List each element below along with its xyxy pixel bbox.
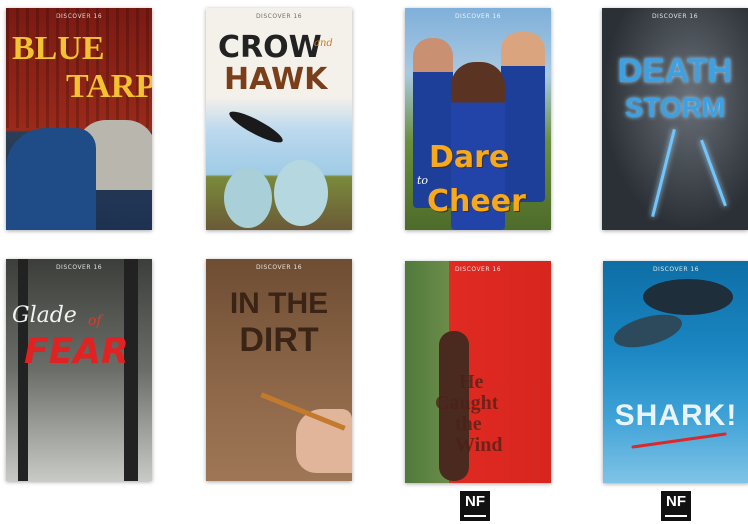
book-title-line: HAWK	[224, 62, 328, 97]
book-title-line: DEATH	[617, 52, 733, 90]
book-title-line: the	[455, 413, 482, 435]
feather-shape	[226, 106, 286, 148]
book-cover-shark[interactable]: DISCOVER 16 SHARK!	[603, 261, 748, 483]
book-title-line: Cheer	[427, 184, 526, 219]
series-label: DISCOVER 16	[454, 266, 502, 273]
book-title-line: BLUE	[12, 30, 105, 67]
book-title-line: SHARK!	[614, 399, 738, 432]
series-label: DISCOVER 16	[454, 13, 502, 20]
series-label: DISCOVER 16	[255, 264, 303, 271]
book-cover-in-the-dirt[interactable]: DISCOVER 16 IN THE DIRT	[206, 259, 352, 481]
book-title-line: Wind	[455, 434, 503, 456]
series-label: DISCOVER 16	[652, 266, 700, 273]
book-title-line: DIRT	[239, 321, 319, 359]
egg-shape	[224, 168, 272, 228]
series-label: DISCOVER 16	[255, 13, 303, 20]
nonfiction-badge: NF	[460, 491, 490, 521]
book-title-line: of	[88, 313, 102, 329]
book-cover-crow-and-hawk[interactable]: DISCOVER 16 CROW and HAWK	[206, 8, 352, 230]
book-title-line: He	[459, 371, 484, 393]
tarp-shape	[6, 128, 96, 230]
book-title-line: and	[314, 38, 333, 49]
book-cover-he-caught-the-wind[interactable]: DISCOVER 16 He Caught the Wind	[405, 261, 551, 483]
egg-shape	[274, 160, 328, 226]
book-title-line: Caught	[435, 392, 499, 414]
underline-swoosh	[631, 432, 727, 449]
lightning-shape	[651, 128, 676, 218]
book-title-line: FEAR	[24, 331, 129, 372]
nonfiction-badge: NF	[661, 491, 691, 521]
shark-shape	[610, 308, 686, 354]
book-title-line: TARP	[66, 68, 152, 105]
book-cover-dare-to-cheer[interactable]: DISCOVER 16 Dare to Cheer	[405, 8, 551, 230]
book-title-line: IN THE	[229, 287, 329, 320]
lightning-shape	[700, 139, 727, 207]
book-cover-blue-tarp[interactable]: DISCOVER 16 BLUE TARP	[6, 8, 152, 230]
book-cover-death-storm[interactable]: DISCOVER 16 DEATH STORM	[602, 8, 748, 230]
book-title-line: STORM	[624, 92, 726, 123]
series-label: DISCOVER 16	[651, 13, 699, 20]
book-title-line: Dare	[429, 140, 510, 175]
book-cover-glade-of-fear[interactable]: DISCOVER 16 Glade of FEAR	[6, 259, 152, 481]
shark-shape	[643, 279, 733, 315]
